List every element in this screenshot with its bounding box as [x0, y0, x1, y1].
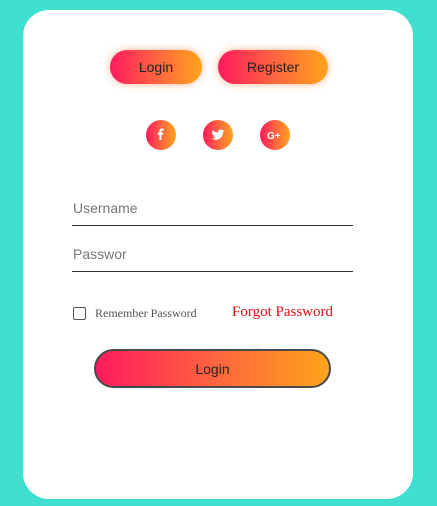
username-field	[72, 190, 353, 226]
password-input[interactable]	[72, 236, 353, 271]
google-plus-icon: G+	[267, 129, 283, 141]
google-plus-button[interactable]: G+	[260, 120, 290, 150]
facebook-icon	[154, 128, 168, 142]
facebook-button[interactable]	[146, 120, 176, 150]
twitter-icon	[211, 128, 225, 142]
username-input[interactable]	[72, 190, 353, 225]
login-submit-button[interactable]: Login	[94, 349, 331, 388]
remember-password-label: Remember Password	[95, 306, 197, 320]
register-tab-button[interactable]: Register	[218, 50, 328, 84]
twitter-button[interactable]	[203, 120, 233, 150]
forgot-password-link[interactable]: Forgot Password	[232, 304, 333, 321]
login-tab-button[interactable]: Login	[110, 50, 202, 84]
password-field	[72, 236, 353, 272]
login-card: Login Register G+ Remember Password	[23, 10, 413, 499]
remember-password-checkbox[interactable]	[73, 307, 86, 320]
remember-password-row: Remember Password	[73, 306, 197, 321]
svg-text:G+: G+	[267, 131, 281, 141]
